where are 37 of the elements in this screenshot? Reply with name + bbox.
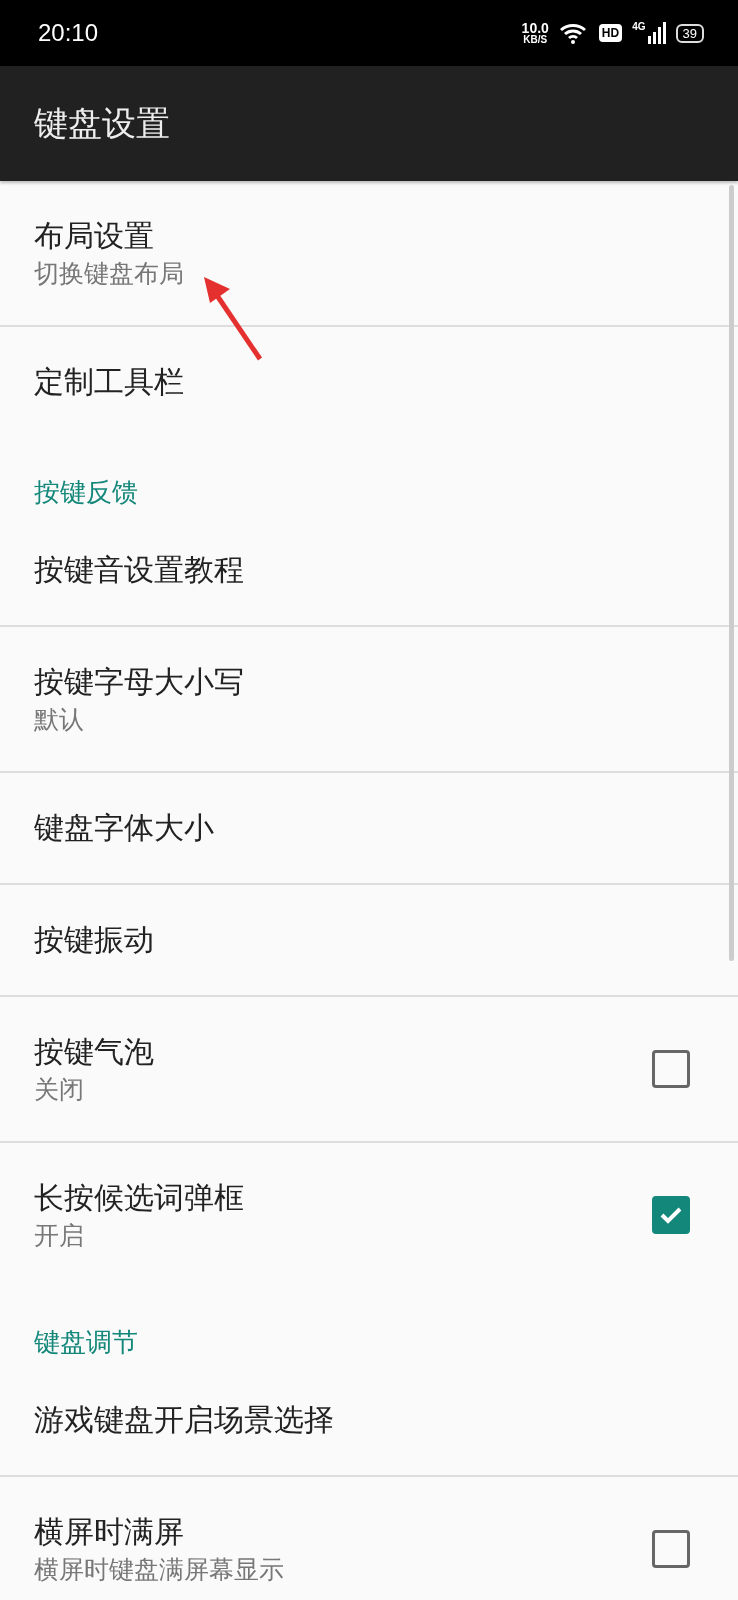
section-header: 按键反馈 — [33, 476, 139, 509]
wifi-icon — [558, 22, 589, 44]
item-title: 按键音设置教程 — [34, 551, 244, 589]
item-title: 按键气泡 — [34, 1033, 154, 1071]
settings-item[interactable]: 游戏键盘开启场景选择 — [0, 1365, 738, 1477]
settings-item[interactable]: 按键气泡 关闭 — [0, 997, 738, 1143]
item-title: 按键字母大小写 — [34, 663, 244, 701]
item-summary: 开启 — [34, 1220, 85, 1252]
item-summary: 横屏时键盘满屏幕显示 — [34, 1554, 284, 1586]
checkbox[interactable] — [652, 1530, 690, 1568]
network-speed: 10.0 KB/S — [521, 21, 549, 45]
settings-item[interactable]: 按键字母大小写 默认 — [0, 627, 738, 773]
settings-item[interactable]: 键盘字体大小 — [0, 773, 738, 885]
item-title: 定制工具栏 — [34, 363, 184, 401]
item-title: 游戏键盘开启场景选择 — [34, 1401, 334, 1439]
settings-item[interactable]: 定制工具栏 — [0, 327, 738, 437]
settings-item[interactable]: 横屏时满屏 横屏时键盘满屏幕显示 — [0, 1477, 738, 1600]
hd-icon: HD — [598, 24, 623, 42]
item-title: 布局设置 — [34, 217, 155, 255]
clock-time: 20:10 — [38, 19, 99, 47]
signal-icon — [647, 22, 666, 44]
item-summary: 关闭 — [34, 1074, 85, 1106]
checkbox[interactable] — [652, 1196, 690, 1234]
item-title: 键盘字体大小 — [34, 809, 214, 847]
item-summary: 默认 — [34, 704, 85, 736]
item-title: 横屏时满屏 — [34, 1513, 185, 1551]
network-type: 4G — [632, 21, 646, 32]
checkbox[interactable] — [652, 1050, 690, 1088]
settings-item[interactable]: 长按候选词弹框 开启 — [0, 1143, 738, 1287]
settings-item[interactable]: 按键音设置教程 — [0, 515, 738, 627]
item-title: 长按候选词弹框 — [34, 1179, 244, 1217]
item-summary: 切换键盘布局 — [34, 258, 184, 290]
battery-level: 39 — [675, 23, 704, 43]
settings-item[interactable]: 按键振动 — [0, 885, 738, 997]
item-title: 按键振动 — [34, 921, 154, 959]
section-header: 键盘调节 — [33, 1326, 139, 1359]
screen-title: 键盘设置 — [34, 101, 170, 145]
